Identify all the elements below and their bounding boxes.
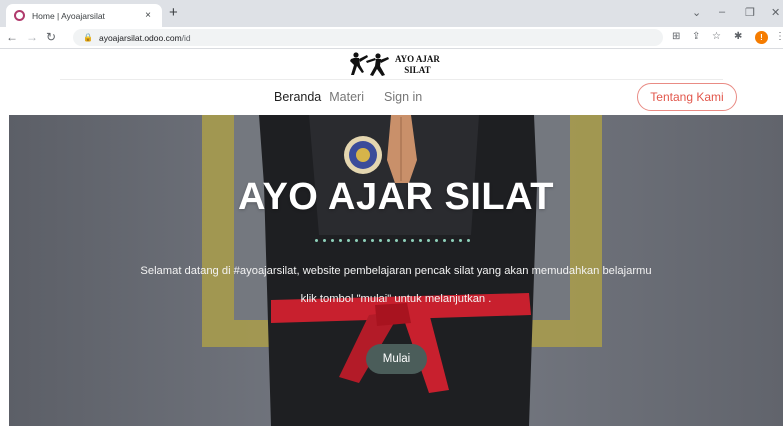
extensions-icon[interactable]: ✱ xyxy=(734,31,742,43)
divider-dot xyxy=(330,239,335,243)
lock-icon: 🔒 xyxy=(83,33,93,42)
site-logo[interactable]: AYO AJAR SILAT xyxy=(347,51,440,79)
divider-dot xyxy=(434,239,439,243)
mulai-button[interactable]: Mulai xyxy=(366,344,427,374)
browser-tab-bar: Home | Ayoajarsilat × + ⌄ – ❐ ✕ xyxy=(0,0,783,27)
hero-subtitle-instruction: klik tombol "mulai" untuk melanjutkan . xyxy=(300,293,492,305)
tentang-kami-button[interactable]: Tentang Kami xyxy=(637,83,737,111)
restore-button[interactable]: ❐ xyxy=(745,6,755,19)
tab-close-icon[interactable]: × xyxy=(142,10,154,21)
translate-icon[interactable]: ⊞ xyxy=(672,31,680,43)
divider-dot xyxy=(442,239,447,243)
divider-dot xyxy=(410,239,415,243)
hero-section: AYO AJAR SILAT Selamat datang di #ayoaja… xyxy=(9,115,783,426)
divider-dot xyxy=(315,239,319,243)
tab-title: Home | Ayoajarsilat xyxy=(32,10,105,21)
hero-title: AYO AJAR SILAT xyxy=(238,176,554,218)
menu-item-materi[interactable]: Materi xyxy=(329,90,364,104)
divider-dot xyxy=(394,239,399,243)
divider-dot xyxy=(378,239,383,243)
back-arrow-icon[interactable]: ← xyxy=(6,30,18,45)
site-favicon-icon xyxy=(14,10,25,21)
divider-dot xyxy=(402,239,407,243)
address-bar[interactable]: 🔒 ayoajarsilat.odoo.com/id xyxy=(73,29,663,46)
divider-dot xyxy=(450,239,455,243)
divider-dot xyxy=(322,239,327,243)
divider-dot xyxy=(354,239,359,243)
star-icon[interactable]: ☆ xyxy=(712,31,721,43)
browser-tab[interactable]: Home | Ayoajarsilat × xyxy=(6,4,162,27)
divider-dot xyxy=(362,239,367,243)
menu-item-sign-in[interactable]: Sign in xyxy=(384,90,422,104)
divider-dot xyxy=(338,239,343,243)
reload-icon[interactable]: ↻ xyxy=(46,30,56,45)
divider-dot xyxy=(458,239,463,243)
header-divider xyxy=(60,79,723,80)
site-header: AYO AJAR SILAT Beranda Materi Sign in Te… xyxy=(0,49,783,115)
new-tab-button[interactable]: + xyxy=(169,5,178,21)
divider-dot xyxy=(418,239,423,243)
logo-text: AYO AJAR SILAT xyxy=(395,54,440,75)
tab-search-chevron-icon[interactable]: ⌄ xyxy=(692,6,701,19)
divider-dot xyxy=(386,239,391,243)
divider-dot xyxy=(426,239,431,243)
divider-dot xyxy=(346,239,351,243)
share-icon[interactable]: ⇪ xyxy=(692,31,700,43)
minimize-button[interactable]: – xyxy=(719,6,725,18)
main-menu: Beranda Materi Sign in xyxy=(274,90,422,104)
forward-arrow-icon[interactable]: → xyxy=(26,30,38,45)
hero-subtitle-welcome: Selamat datang di #ayoajarsilat, website… xyxy=(140,265,652,277)
browser-menu-icon[interactable]: ⋮ xyxy=(775,31,783,42)
menu-item-beranda[interactable]: Beranda xyxy=(274,90,321,104)
url-text: ayoajarsilat.odoo.com/id xyxy=(98,32,191,43)
silat-fighters-logo-icon xyxy=(350,52,389,76)
profile-avatar[interactable]: ! xyxy=(755,31,768,44)
close-window-button[interactable]: ✕ xyxy=(771,6,780,19)
browser-toolbar: ← → ↻ 🔒 ayoajarsilat.odoo.com/id ⊞ ⇪ ☆ ✱… xyxy=(0,27,783,49)
hero-dot-divider xyxy=(315,239,471,243)
divider-dot xyxy=(466,239,471,243)
divider-dot xyxy=(370,239,375,243)
